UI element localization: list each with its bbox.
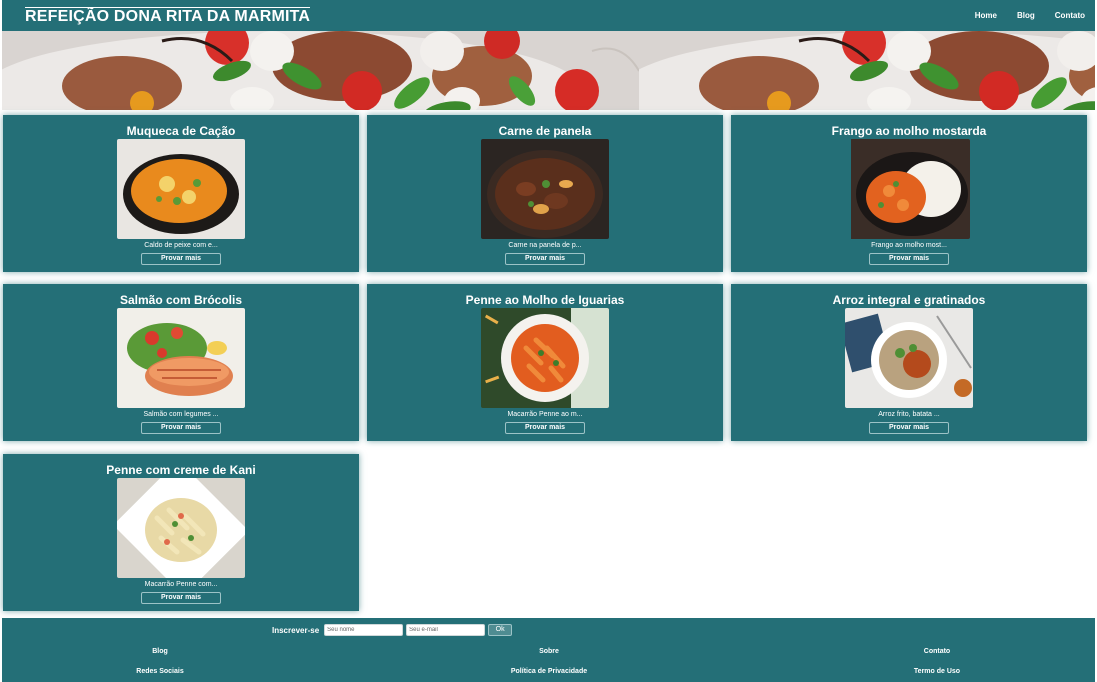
ok-button[interactable]: Ok: [488, 624, 513, 636]
card-title: Muqueca de Cação: [126, 124, 236, 138]
banner-image: [2, 31, 639, 110]
top-navbar: REFEIÇÃO DONA RITA DA MARMITA Home Blog …: [2, 0, 1095, 31]
try-more-button[interactable]: Provar mais: [505, 253, 585, 265]
card-photo-penne: [481, 308, 609, 408]
banner-image-repeat: [639, 31, 1095, 110]
card-description: Salmão com legumes ...: [143, 411, 219, 418]
hero-banner: [2, 31, 1095, 110]
product-card-frango-mostarda: Frango ao molho mostarda Frango ao molho…: [731, 115, 1087, 272]
email-input[interactable]: [406, 624, 486, 636]
try-more-button[interactable]: Provar mais: [869, 422, 949, 434]
card-photo-frango: [848, 139, 970, 239]
card-description: Caldo de peixe com e...: [144, 242, 218, 249]
newsletter-form: Inscrever-se Ok: [272, 624, 513, 636]
card-photo-carne: [481, 139, 609, 239]
product-card-carne-de-panela: Carne de panela Carne na panela de p... …: [367, 115, 723, 272]
site-brand[interactable]: REFEIÇÃO DONA RITA DA MARMITA: [25, 6, 311, 25]
card-description: Macarrão Penne ao m...: [507, 411, 583, 418]
product-card-penne-kani: Penne com creme de Kani Macarrão Penne c…: [3, 454, 359, 611]
card-title: Carne de panela: [498, 124, 592, 138]
try-more-button[interactable]: Provar mais: [869, 253, 949, 265]
footer-link-contato[interactable]: Contato: [924, 648, 950, 655]
product-card-arroz-integral: Arroz integral e gratinados Arroz frito,…: [731, 284, 1087, 441]
main-nav: Home Blog Contato: [975, 11, 1085, 20]
card-description: Macarrão Penne com...: [144, 581, 218, 588]
card-description: Carne na panela de p...: [508, 242, 582, 249]
card-photo-penne-kani: [117, 478, 245, 578]
card-photo-salmao: [117, 308, 245, 408]
footer-link-blog[interactable]: Blog: [152, 648, 168, 655]
footer-link-sobre[interactable]: Sobre: [539, 648, 559, 655]
name-input[interactable]: [324, 624, 404, 636]
nav-home-link[interactable]: Home: [975, 11, 997, 20]
card-photo-arroz: [845, 308, 973, 408]
card-title: Arroz integral e gratinados: [832, 293, 986, 307]
card-photo-muqueca: [117, 139, 245, 239]
try-more-button[interactable]: Provar mais: [141, 592, 221, 604]
footer-link-redes-sociais[interactable]: Redes Sociais: [136, 668, 183, 675]
try-more-button[interactable]: Provar mais: [505, 422, 585, 434]
card-description: Arroz frito, batata ...: [878, 411, 940, 418]
nav-contact-link[interactable]: Contato: [1055, 11, 1085, 20]
card-title: Salmão com Brócolis: [119, 293, 243, 307]
card-title: Frango ao molho mostarda: [831, 124, 987, 138]
try-more-button[interactable]: Provar mais: [141, 422, 221, 434]
footer-link-termo-de-uso[interactable]: Termo de Uso: [914, 668, 960, 675]
card-title: Penne ao Molho de Iguarias: [465, 293, 625, 307]
footer: Inscrever-se Ok Blog Sobre Contato Redes…: [2, 618, 1095, 682]
product-card-penne-iguarias: Penne ao Molho de Iguarias Macarrão Penn…: [367, 284, 723, 441]
product-card-salmao: Salmão com Brócolis Salmão com legumes .…: [3, 284, 359, 441]
subscribe-label: Inscrever-se: [272, 625, 320, 635]
try-more-button[interactable]: Provar mais: [141, 253, 221, 265]
product-card-muqueca: Muqueca de Cação Caldo de peixe com e...…: [3, 115, 359, 272]
card-description: Frango ao molho most...: [871, 242, 947, 249]
footer-link-politica-privacidade[interactable]: Política de Privacidade: [511, 668, 587, 675]
card-title: Penne com creme de Kani: [106, 463, 256, 477]
nav-blog-link[interactable]: Blog: [1017, 11, 1035, 20]
